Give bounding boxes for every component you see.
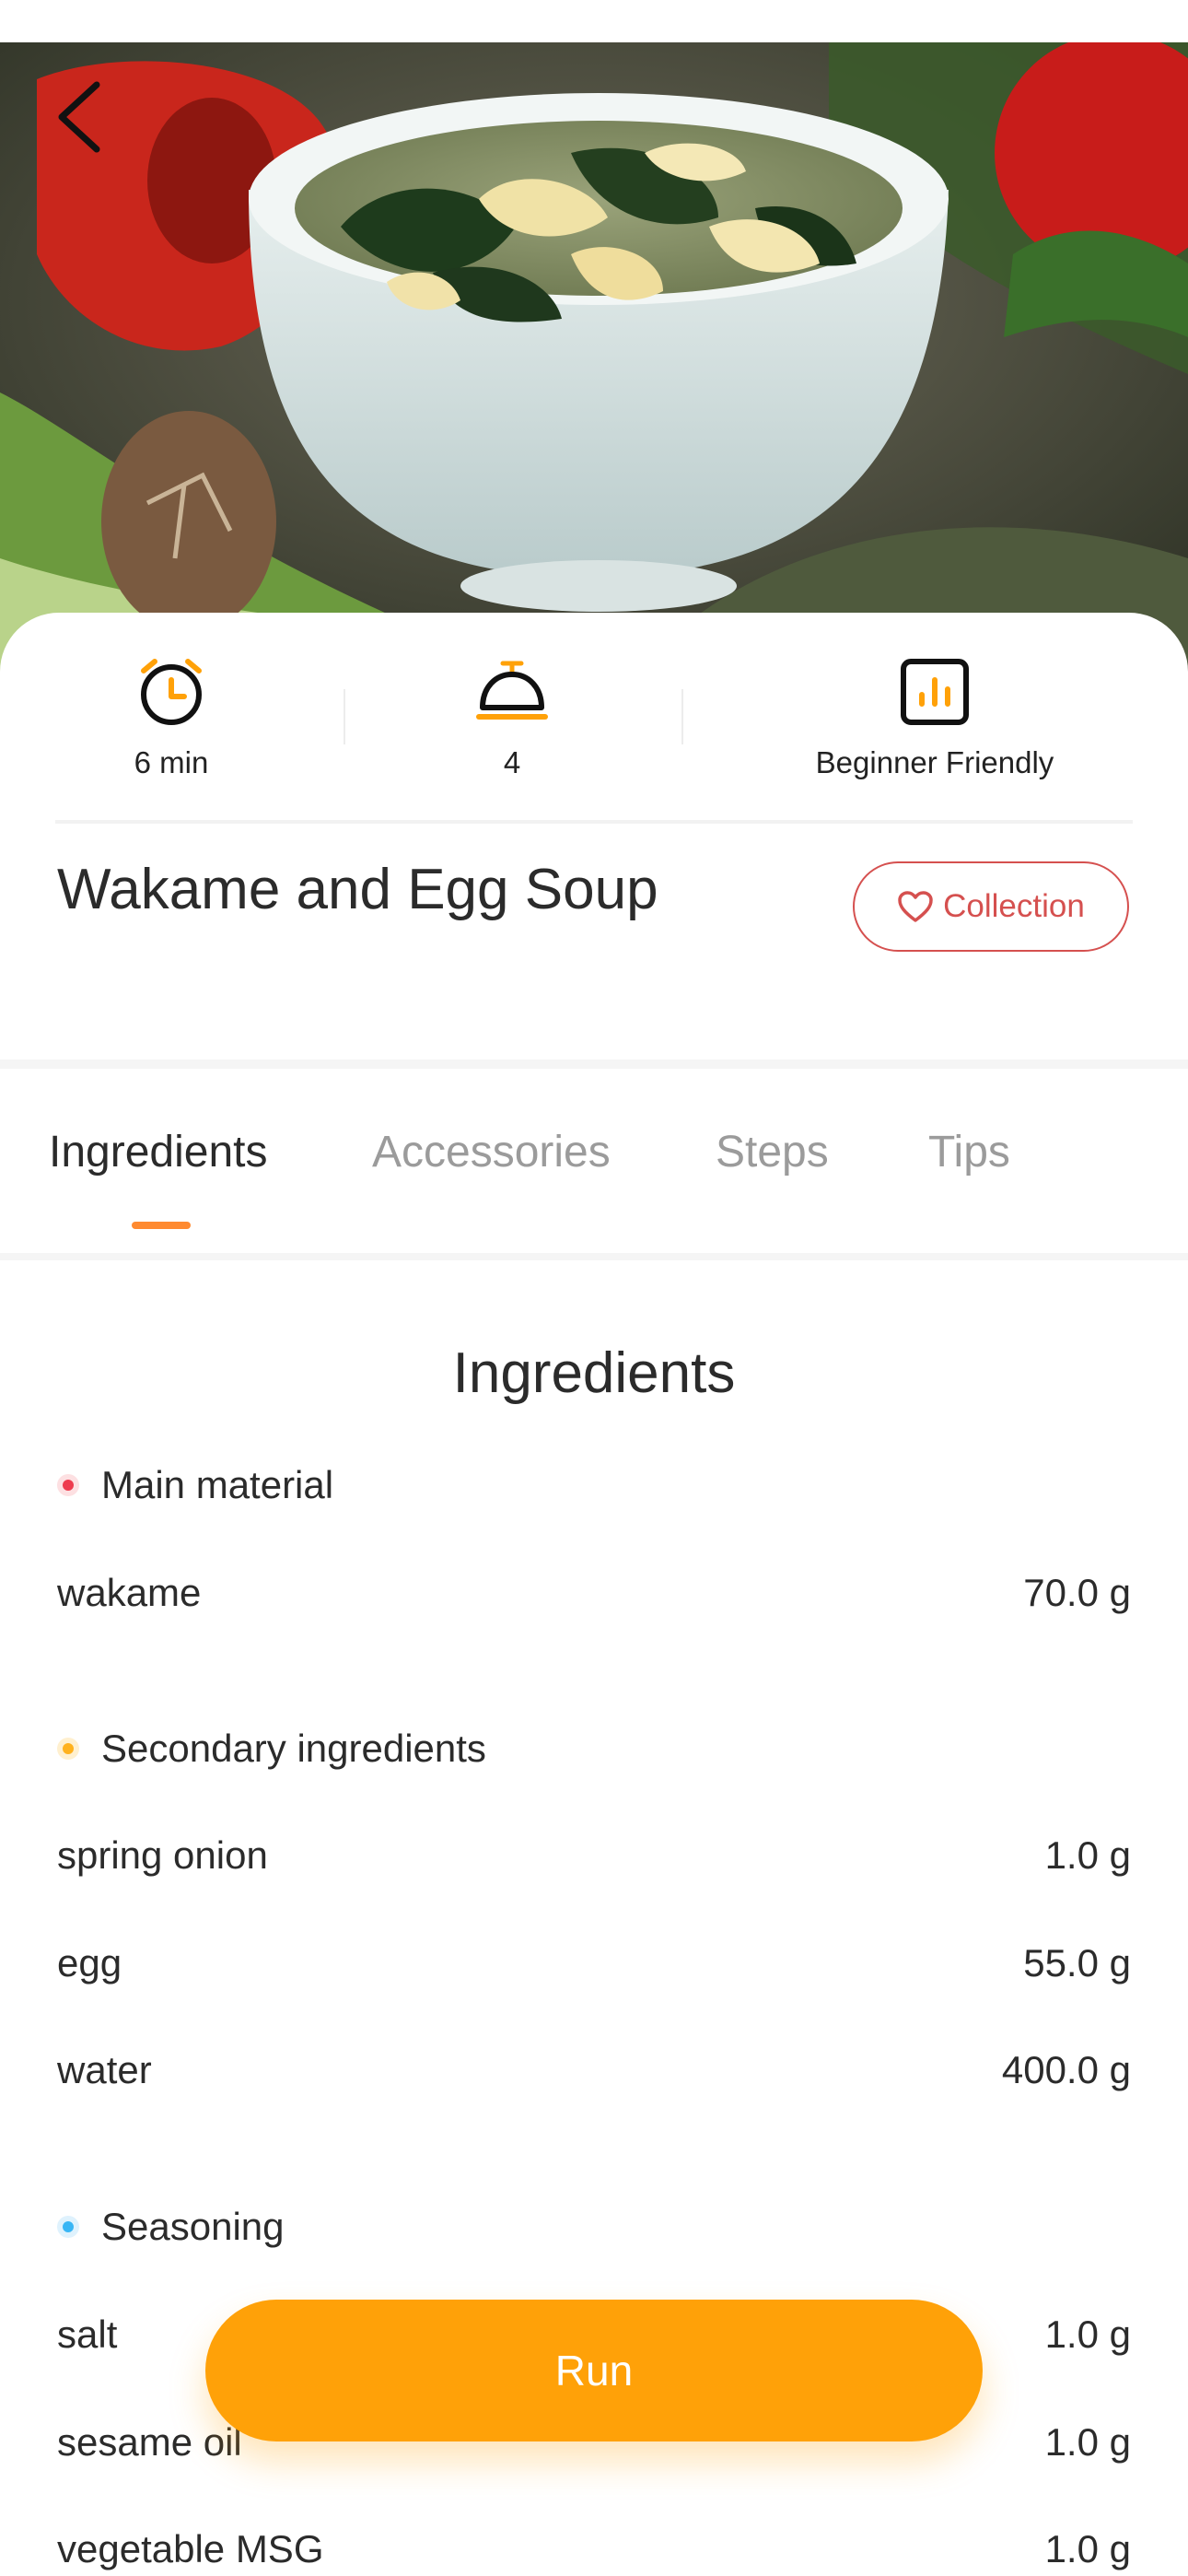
ingredient-row: wakame 70.0 g xyxy=(57,1571,1131,1615)
ingredient-amount: 1.0 g xyxy=(1044,2527,1131,2570)
difficulty-stat: Beginner Friendly xyxy=(787,654,1082,780)
cook-time-label: 6 min xyxy=(134,745,209,779)
cook-time-stat: 6 min xyxy=(79,654,263,780)
ingredient-name: sesame oil xyxy=(57,2420,242,2464)
ingredient-name: vegetable MSG xyxy=(57,2527,324,2570)
ingredient-name: water xyxy=(57,2048,152,2091)
section-separator xyxy=(0,1060,1188,1069)
ingredient-amount: 1.0 g xyxy=(1044,2313,1131,2356)
servings-stat: 4 xyxy=(420,654,604,780)
divider xyxy=(55,820,1133,824)
ingredient-row: vegetable MSG 1.0 g xyxy=(57,2527,1131,2571)
collection-label: Collection xyxy=(943,888,1085,924)
ingredient-row: water 400.0 g xyxy=(57,2048,1131,2092)
group-main-material: Main material xyxy=(57,1463,333,1507)
ingredient-row: spring onion 1.0 g xyxy=(57,1833,1131,1878)
collection-button[interactable]: Collection xyxy=(853,861,1129,952)
group-secondary-ingredients: Secondary ingredients xyxy=(57,1727,486,1771)
ingredient-name: salt xyxy=(57,2313,118,2356)
ingredient-name: wakame xyxy=(57,1571,202,1614)
ingredient-name: spring onion xyxy=(57,1833,268,1877)
stat-divider xyxy=(344,689,345,744)
status-bar xyxy=(0,0,1188,42)
ingredients-heading: Ingredients xyxy=(452,1341,736,1405)
tab-bar-separator xyxy=(0,1253,1188,1260)
ingredient-amount: 70.0 g xyxy=(1023,1571,1131,1614)
run-button-label: Run xyxy=(554,2347,634,2395)
tab-ingredients[interactable]: Ingredients xyxy=(49,1127,268,1177)
ingredient-amount: 400.0 g xyxy=(1001,2048,1131,2091)
group-label: Seasoning xyxy=(101,2205,285,2248)
tab-steps[interactable]: Steps xyxy=(716,1127,829,1177)
group-label: Main material xyxy=(101,1463,334,1506)
difficulty-chart-icon xyxy=(901,659,969,725)
ingredient-amount: 1.0 g xyxy=(1044,2420,1131,2464)
ingredient-name: egg xyxy=(57,1941,122,1985)
ingredient-row: egg 55.0 g xyxy=(57,1941,1131,1985)
run-button[interactable]: Run xyxy=(205,2300,983,2441)
back-button[interactable] xyxy=(51,76,115,158)
serving-bell-icon xyxy=(476,661,548,720)
recipe-hero-image xyxy=(0,42,1188,687)
tab-accessories[interactable]: Accessories xyxy=(372,1127,611,1177)
chevron-left-icon xyxy=(58,81,100,153)
ingredient-amount: 1.0 g xyxy=(1044,1833,1131,1877)
alarm-clock-icon xyxy=(141,659,202,725)
ingredient-amount: 55.0 g xyxy=(1023,1941,1131,1985)
difficulty-label: Beginner Friendly xyxy=(815,745,1054,779)
group-seasoning: Seasoning xyxy=(57,2205,285,2249)
red-dot-icon xyxy=(57,1474,79,1496)
recipe-stats-card: 6 min 4 Beginner Friendly xyxy=(0,613,1188,823)
tab-tips[interactable]: Tips xyxy=(928,1127,1010,1177)
active-tab-indicator xyxy=(132,1222,191,1229)
servings-label: 4 xyxy=(503,745,521,779)
heart-icon xyxy=(898,891,933,922)
group-label: Secondary ingredients xyxy=(101,1727,486,1770)
yellow-dot-icon xyxy=(57,1738,79,1760)
recipe-title: Wakame and Egg Soup xyxy=(57,858,658,921)
blue-dot-icon xyxy=(57,2216,79,2238)
stat-divider xyxy=(681,689,683,744)
